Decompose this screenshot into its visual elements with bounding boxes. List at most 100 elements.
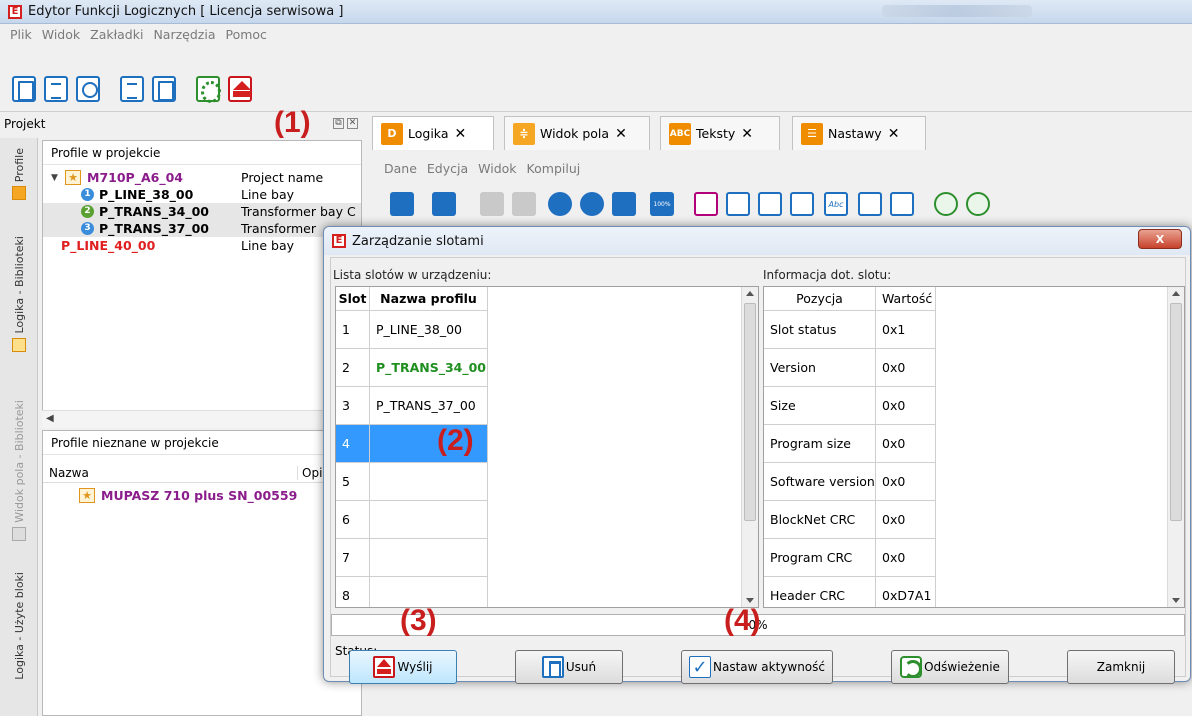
tree-item-profile-2[interactable]: 2 P_TRANS_34_00 Transformer bay C — [43, 203, 361, 220]
close-tab-icon[interactable]: ✕ — [741, 126, 753, 142]
menu-widok[interactable]: Widok — [42, 27, 80, 42]
scroll-up-icon[interactable] — [746, 291, 754, 296]
menu-dane[interactable]: Dane — [384, 161, 417, 176]
tree-item-profile-3[interactable]: 3 P_TRANS_37_00 Transformer — [43, 220, 361, 237]
slot-number-cell[interactable]: 1 — [336, 311, 370, 349]
zoom-out-icon[interactable] — [580, 192, 604, 216]
layers-button[interactable] — [120, 76, 144, 102]
set-active-button[interactable]: ✓ Nastaw aktywność — [681, 650, 833, 684]
delete-button[interactable]: Usuń — [515, 650, 623, 684]
menu-plik[interactable]: Plik — [10, 27, 32, 42]
info-position-cell: Version — [764, 349, 876, 387]
menu-widok-editor[interactable]: Widok — [478, 161, 516, 176]
new-document-button[interactable] — [12, 76, 36, 102]
column-header-value[interactable]: Wartość — [876, 287, 936, 311]
tab-widok-pola[interactable]: ≑ Widok pola ✕ — [504, 116, 650, 150]
slot-profile-cell[interactable]: P_LINE_38_00 — [370, 311, 488, 349]
connector-2-icon[interactable] — [758, 192, 782, 216]
tree-item-name: P_LINE_40_00 — [61, 238, 156, 253]
scroll-left-icon[interactable]: ◀ — [46, 413, 54, 424]
slot-profile-cell[interactable]: P_TRANS_34_00 — [370, 349, 488, 387]
slot-number-cell[interactable]: 5 — [336, 463, 370, 501]
tree-item-project[interactable]: ▼ ★ M710P_A6_04 Project name — [51, 169, 323, 186]
tab-logika[interactable]: D Logika ✕ — [372, 116, 494, 150]
close-tab-icon[interactable]: ✕ — [454, 126, 466, 142]
slot-number-cell[interactable]: 6 — [336, 501, 370, 539]
slot-number-cell[interactable]: 8 — [336, 577, 370, 607]
vtab-profile[interactable]: Profile — [6, 148, 32, 201]
tab-teksty[interactable]: ABC Teksty ✕ — [660, 116, 780, 150]
slot-profile-cell[interactable] — [370, 501, 488, 539]
network-button[interactable] — [76, 76, 100, 102]
zoom-in-icon[interactable] — [548, 192, 572, 216]
connect-device-button[interactable] — [196, 76, 221, 103]
tab-label: Teksty — [696, 126, 736, 141]
expand-caret-icon[interactable]: ▼ — [51, 173, 61, 183]
slot-profile-cell[interactable] — [370, 463, 488, 501]
vtab-logika-uzyte-bloki[interactable]: Logika - Użyte bloki — [6, 572, 32, 680]
close-panel-icon[interactable]: ✕ — [347, 118, 358, 129]
menu-narzedzia[interactable]: Narzędzia — [153, 27, 215, 42]
close-button[interactable]: Zamknij — [1067, 650, 1175, 684]
unknown-profile-item[interactable]: ★ MUPASZ 710 plus SN_00559 — [79, 487, 297, 504]
undo-icon[interactable] — [480, 192, 504, 216]
rectangle-tool-icon[interactable] — [858, 192, 882, 216]
slot-profile-cell[interactable] — [370, 539, 488, 577]
tab-label: Widok pola — [540, 126, 610, 141]
column-header-nazwa[interactable]: Nazwa — [49, 466, 89, 480]
scrollbar-thumb[interactable] — [744, 303, 756, 521]
zoom-100-icon[interactable]: 100% — [650, 192, 674, 216]
star-icon: ★ — [65, 170, 81, 185]
zoom-fit-icon[interactable] — [612, 192, 636, 216]
close-tab-icon[interactable]: ✕ — [615, 126, 627, 142]
column-header-opis[interactable]: Opi — [297, 465, 322, 480]
slot-management-button[interactable] — [228, 76, 252, 102]
report-button[interactable] — [152, 76, 176, 102]
vtab-logika-biblioteki[interactable]: Logika - Biblioteki — [6, 236, 32, 352]
scroll-down-icon[interactable] — [1172, 598, 1180, 603]
slot-profile-cell[interactable]: P_TRANS_37_00 — [370, 387, 488, 425]
tree-item-name: M710P_A6_04 — [87, 170, 183, 185]
tree-item-profile-4[interactable]: P_LINE_40_00 Line bay — [61, 237, 294, 254]
tab-nastawy[interactable]: ☰ Nastawy ✕ — [792, 116, 926, 150]
slot-number-cell[interactable]: 3 — [336, 387, 370, 425]
select-pointer-icon[interactable] — [694, 192, 718, 216]
dialog-close-button[interactable]: X — [1138, 229, 1182, 249]
line-tool-icon[interactable] — [890, 192, 914, 216]
profiles-panel: Profile w projekcie ▼ ★ M710P_A6_04 Proj… — [42, 140, 362, 428]
unknown-profiles-title: Profile nieznane w projekcie — [43, 431, 361, 455]
info-table-scrollbar[interactable] — [1167, 287, 1184, 607]
tree-item-name: P_LINE_38_00 — [99, 187, 194, 202]
close-tab-icon[interactable]: ✕ — [888, 126, 900, 142]
menu-kompiluj[interactable]: Kompiluj — [527, 161, 581, 176]
download-icon[interactable] — [390, 192, 414, 216]
slot-number-cell[interactable]: 2 — [336, 349, 370, 387]
horizontal-scrollbar[interactable]: ◀ — [42, 410, 362, 428]
column-header-profile-name[interactable]: Nazwa profilu — [370, 287, 488, 311]
menu-edycja[interactable]: Edycja — [427, 161, 468, 176]
vtab-widok-pola-biblioteki[interactable]: Widok pola - Biblioteki — [6, 400, 32, 541]
scroll-down-icon[interactable] — [746, 598, 754, 603]
verify-icon[interactable] — [934, 192, 958, 216]
tree-item-profile-1[interactable]: 1 P_LINE_38_00 Line bay — [81, 186, 294, 203]
float-panel-icon[interactable]: ⧉ — [333, 118, 344, 129]
connect-icon[interactable] — [966, 192, 990, 216]
connector-3-icon[interactable] — [790, 192, 814, 216]
slot-number-cell[interactable]: 4 — [336, 425, 370, 463]
connector-1-icon[interactable] — [726, 192, 750, 216]
scroll-up-icon[interactable] — [1172, 291, 1180, 296]
send-button[interactable]: Wyślij — [349, 650, 457, 684]
slot-table-scrollbar[interactable] — [741, 287, 758, 607]
menu-zakladki[interactable]: Zakładki — [90, 27, 143, 42]
slot-number-cell[interactable]: 7 — [336, 539, 370, 577]
tree-item-name: P_TRANS_37_00 — [99, 221, 209, 236]
redo-icon[interactable] — [512, 192, 536, 216]
column-header-slot[interactable]: Slot — [336, 287, 370, 311]
reset-icon[interactable] — [432, 192, 456, 216]
menu-pomoc[interactable]: Pomoc — [225, 27, 266, 42]
column-header-position[interactable]: Pozycja — [764, 287, 876, 311]
scrollbar-thumb[interactable] — [1170, 303, 1182, 521]
open-document-button[interactable] — [44, 76, 68, 102]
refresh-button[interactable]: Odświeżenie — [891, 650, 1009, 684]
text-tool-icon[interactable]: Abc — [824, 192, 848, 216]
